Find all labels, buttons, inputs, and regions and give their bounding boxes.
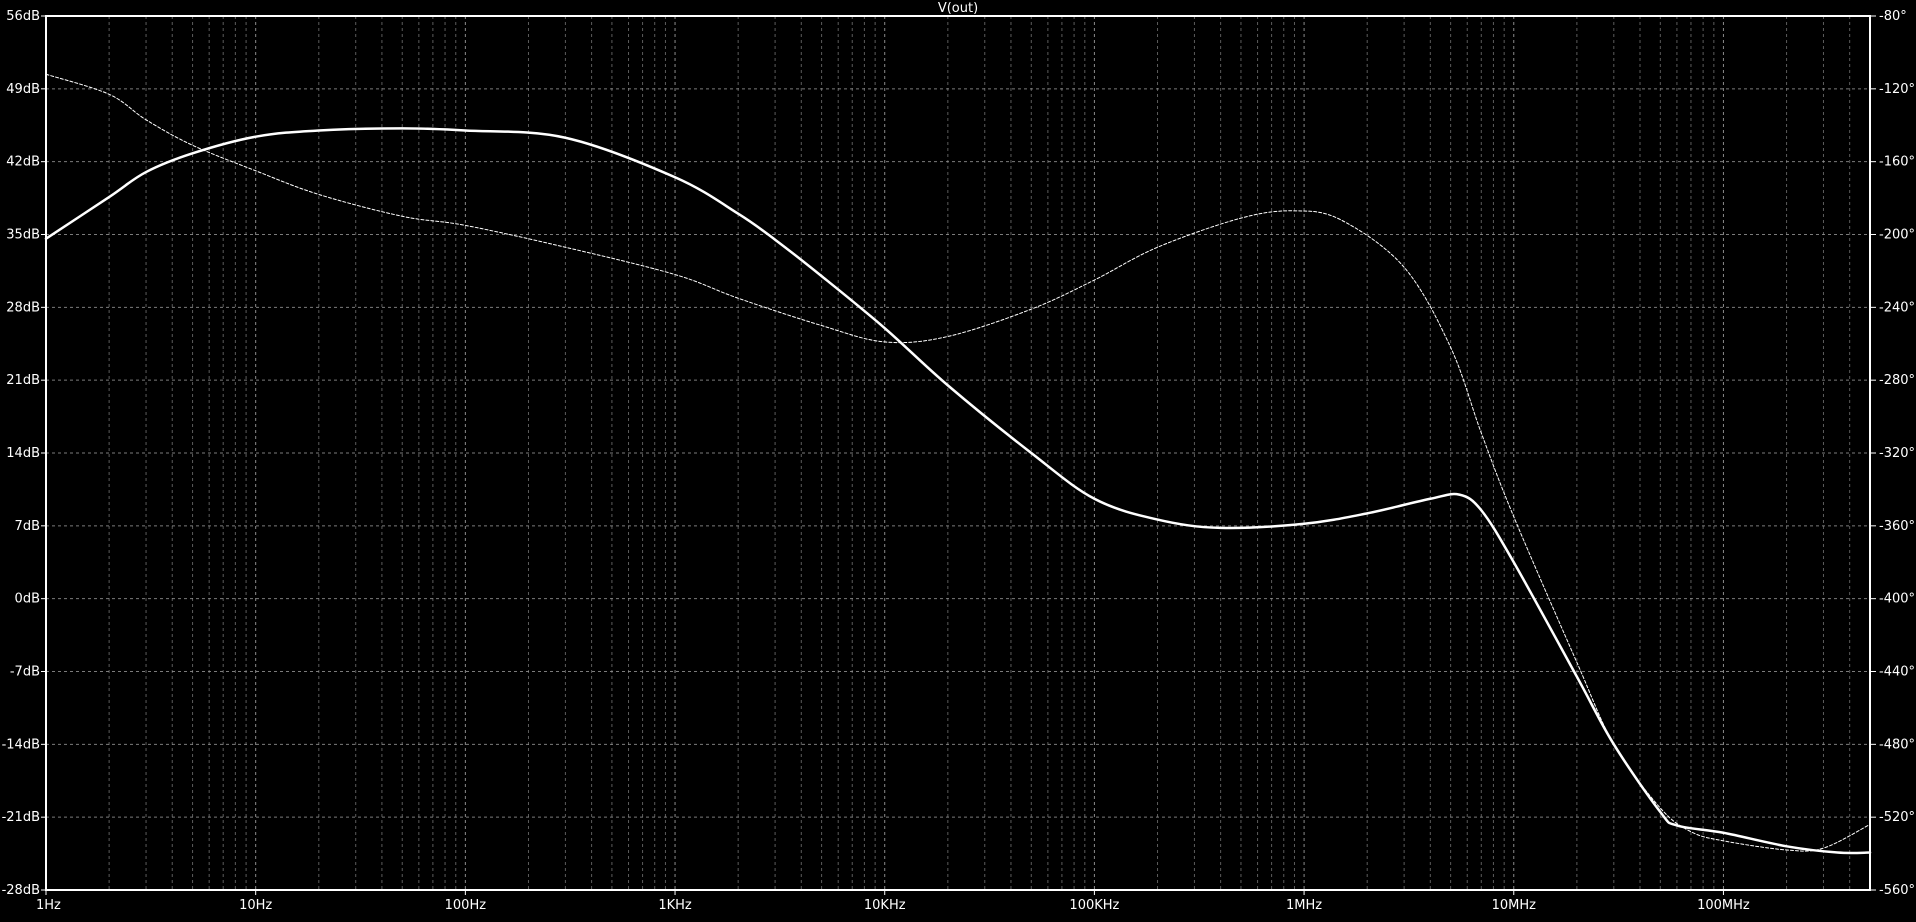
x-tick-label: 1MHz [1286,898,1322,913]
y-right-tick-label: -480° [1879,737,1915,752]
y-right-tick-label: -360° [1879,519,1915,534]
y-left-tick-label: 21dB [6,373,40,388]
x-tick-label: 1Hz [36,898,61,913]
x-tick-label: 1KHz [658,898,692,913]
chart-title: V(out) [938,1,978,16]
y-right-tick-label: -440° [1879,665,1915,680]
y-right-tick-label: -280° [1879,373,1915,388]
y-left-tick-label: 14dB [6,446,40,461]
y-left-tick-label: 56dB [6,9,40,24]
y-left-tick-label: 0dB [15,592,40,607]
x-tick-label: 10KHz [864,898,906,913]
y-left-tick-label: 42dB [6,155,40,170]
x-tick-label: 100MHz [1697,898,1750,913]
y-right-tick-label: -120° [1879,82,1915,97]
y-left-tick-label: -7dB [10,665,40,680]
x-tick-label: 10Hz [239,898,272,913]
x-tick-label: 100KHz [1069,898,1119,913]
y-right-tick-label: -200° [1879,228,1915,243]
y-left-tick-label: -21dB [2,810,40,825]
y-right-tick-label: -240° [1879,300,1915,315]
y-right-tick-label: -320° [1879,446,1915,461]
x-tick-label: 100Hz [445,898,487,913]
y-right-tick-label: -560° [1879,883,1915,898]
bode-plot: 1Hz 10Hz 100Hz 1KHz 10KHz 100KHz 1MHz 10MHz 100M… [0,0,1916,917]
y-left-tick-label: -28dB [2,883,40,898]
y-right-tick-label: -520° [1879,810,1915,825]
plot-canvas: 1Hz 10Hz 100Hz 1KHz 10KHz 100KHz 1MHz 10MHz 100M… [0,0,1916,917]
y-left-tick-label: 7dB [15,519,40,534]
y-right-tick-label: -80° [1879,9,1907,24]
y-left-tick-label: -14dB [2,737,40,752]
y-right-tick-label: -160° [1879,155,1915,170]
y-right-tick-label: -400° [1879,592,1915,607]
x-tick-label: 10MHz [1492,898,1537,913]
y-left-tick-label: 49dB [6,82,40,97]
y-left-tick-label: 35dB [6,228,40,243]
y-left-tick-label: 28dB [6,300,40,315]
